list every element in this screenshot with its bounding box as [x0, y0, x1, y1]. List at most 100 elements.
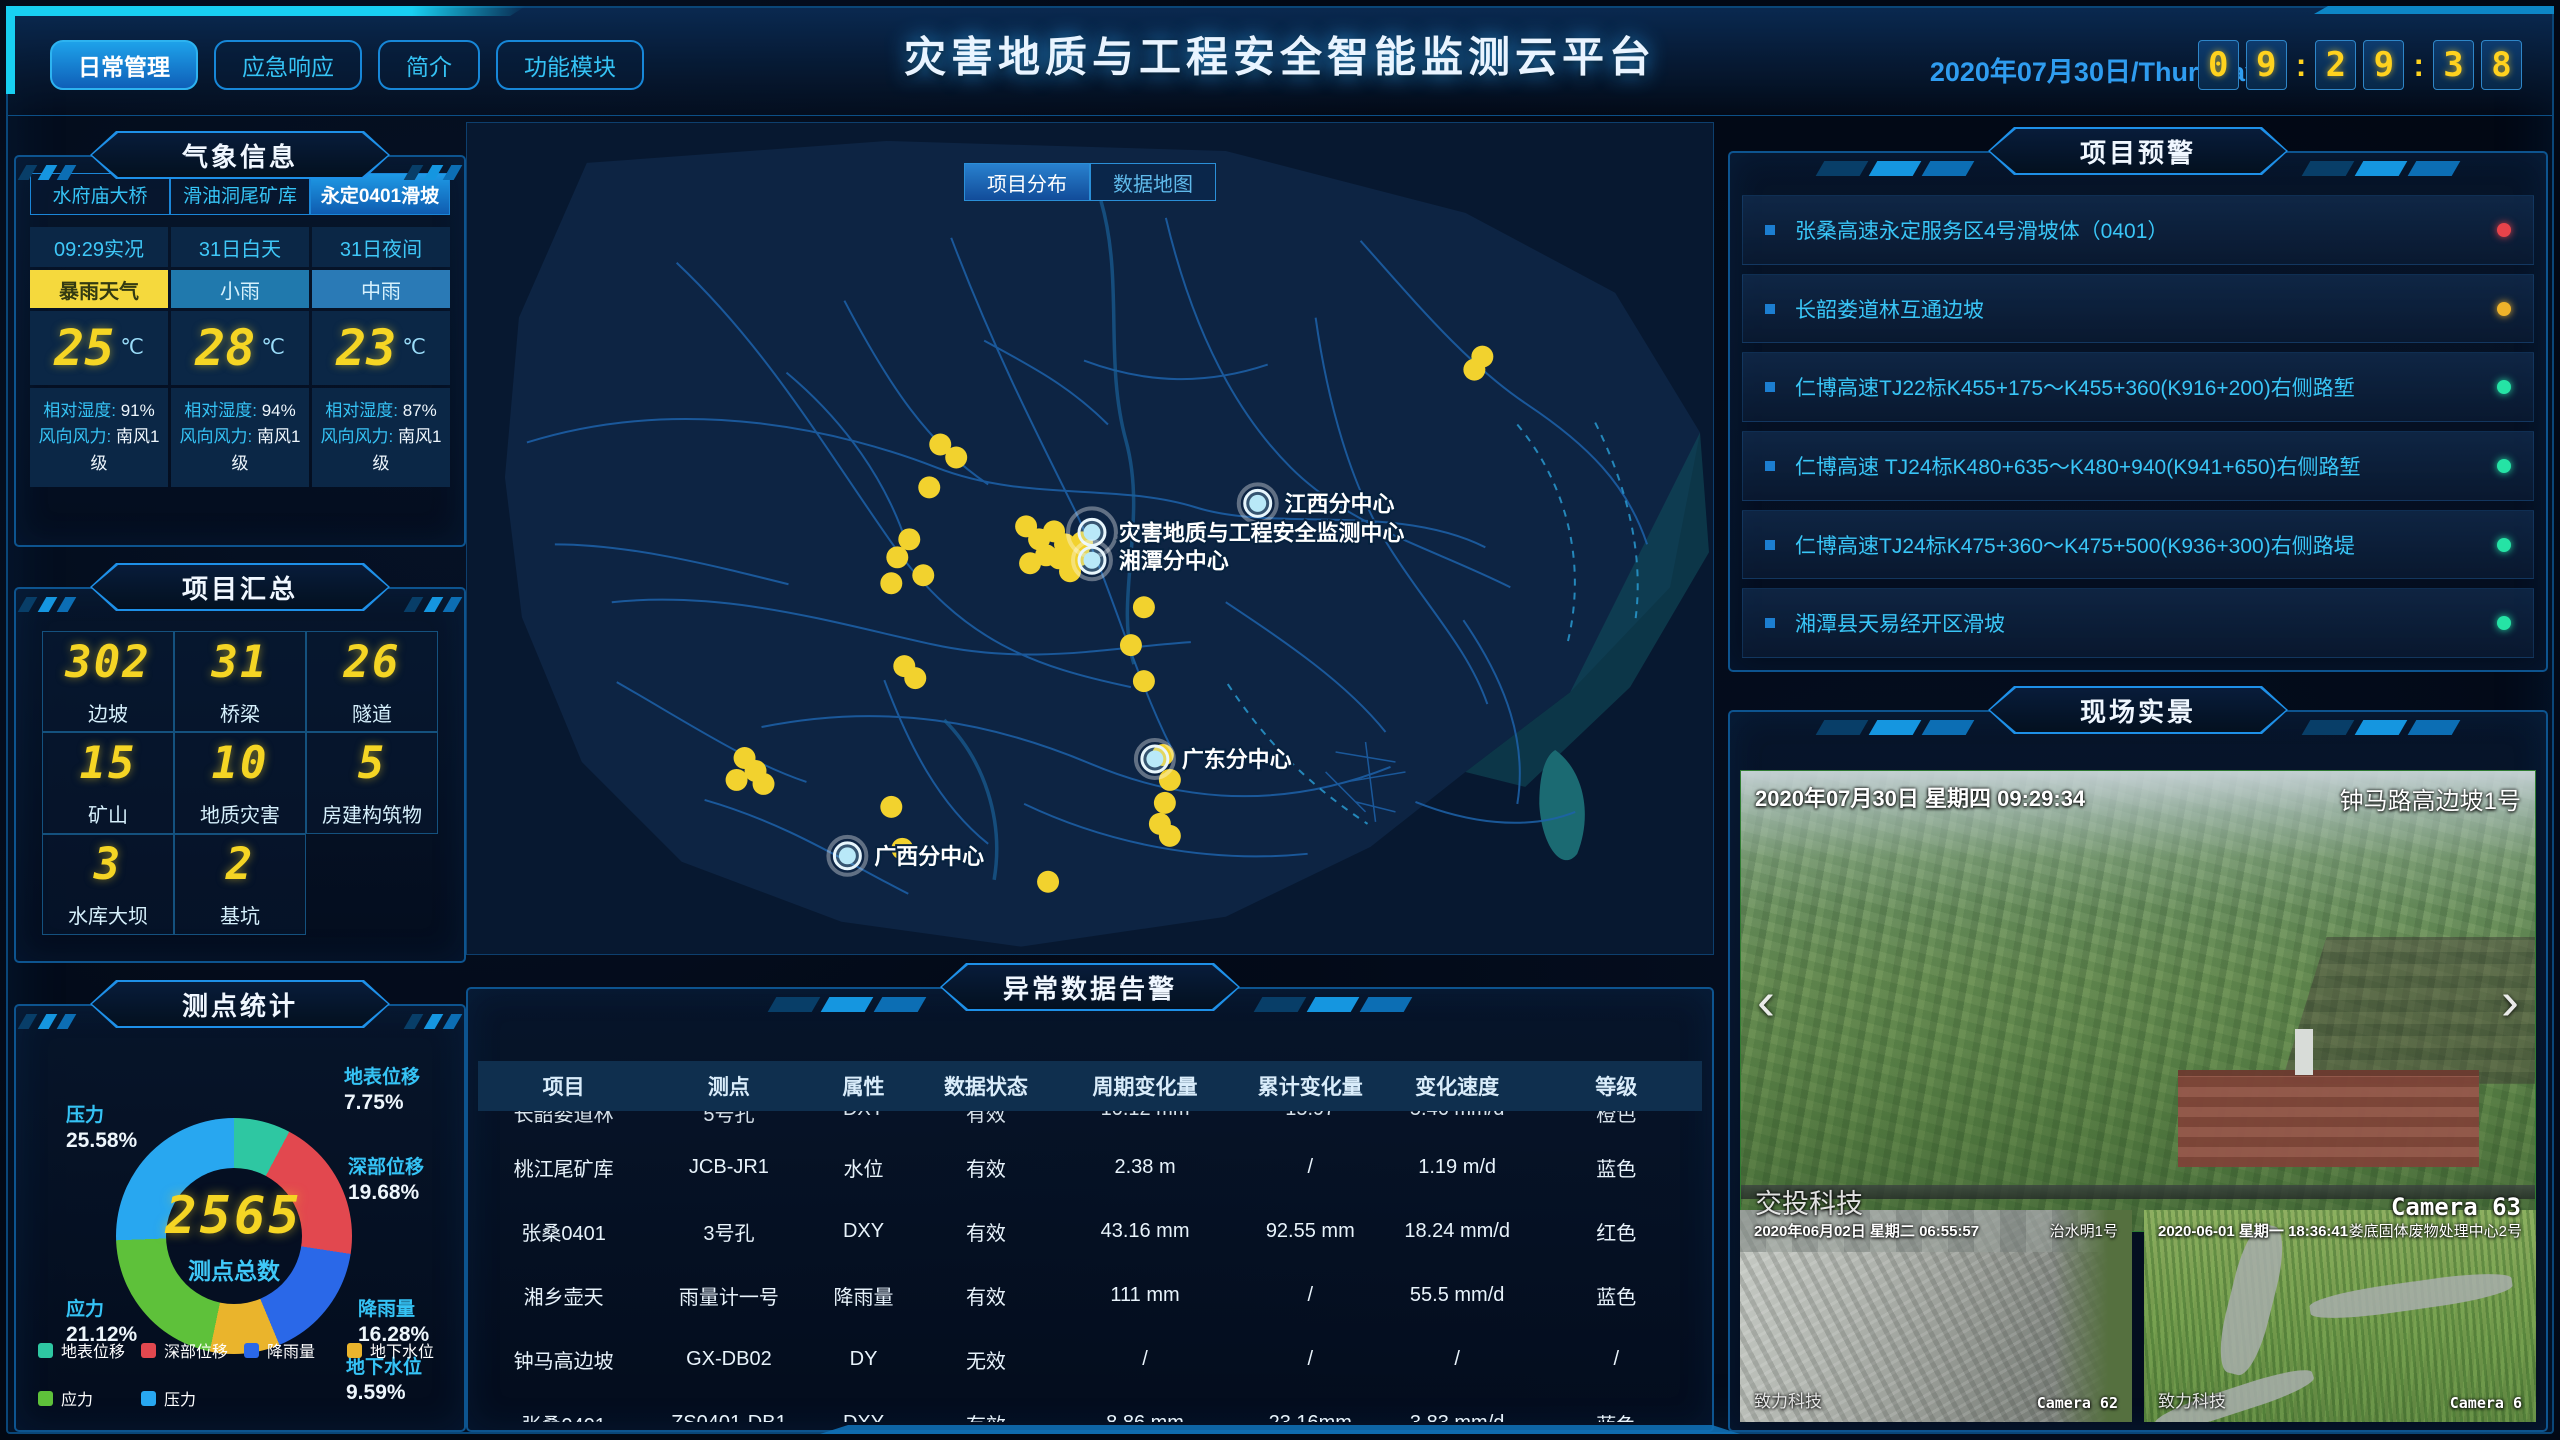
- summary-value: 10: [212, 738, 269, 789]
- alarm-cell: 92.55 mm: [1237, 1220, 1384, 1243]
- donut-label-value: 7.75%: [344, 1090, 420, 1116]
- nav-button-应急响应[interactable]: 应急响应: [214, 40, 362, 90]
- warning-bullet-icon: [1765, 461, 1775, 471]
- weather-time: 31日夜间: [312, 227, 450, 267]
- project-dot[interactable]: [1471, 346, 1493, 368]
- legend-text: 深部位移: [164, 1338, 228, 1362]
- alarm-col-header-周期变化量: 周期变化量: [1053, 1071, 1237, 1101]
- alarm-cell: DXY: [808, 1111, 918, 1121]
- panel-deco-right: [408, 597, 458, 612]
- warning-item[interactable]: 仁博高速TJ24标K475+360～K475+500(K936+300)右侧路堤: [1742, 510, 2534, 580]
- alarm-cell: 无效: [919, 1345, 1054, 1374]
- map-tab-项目分布[interactable]: 项目分布: [964, 163, 1090, 201]
- summary-panel-body: 302边坡31桥梁26隧道15矿山10地质灾害5房建构筑物3水库大坝2基坑: [14, 587, 466, 963]
- alarm-table-row[interactable]: 张桑0401ZS0401-DB1DXY有效8.86 mm23.16mm3.83 …: [478, 1391, 1702, 1422]
- weather-panel-body: 水府庙大桥滑油洞尾矿库永定0401滑坡 09:29实况暴雨天气25℃相对湿度: …: [14, 155, 466, 547]
- humidity-value: 94%: [262, 401, 296, 420]
- warning-item[interactable]: 长韶娄道林互通边坡: [1742, 274, 2534, 344]
- summary-label: 基坑: [220, 900, 260, 929]
- summary-value: 3: [94, 839, 123, 890]
- project-dot[interactable]: [912, 564, 934, 586]
- project-dot[interactable]: [904, 667, 926, 689]
- project-dot[interactable]: [1019, 552, 1041, 574]
- humidity-value: 87%: [403, 401, 437, 420]
- clock-digit: 3: [2433, 40, 2474, 90]
- carousel-next-arrow-icon[interactable]: ›: [2501, 974, 2519, 1028]
- project-dot[interactable]: [1133, 670, 1155, 692]
- alarm-table-row[interactable]: 钟马高边坡GX-DB02DY无效////: [478, 1327, 1702, 1391]
- warning-bullet-icon: [1765, 225, 1775, 235]
- project-dot[interactable]: [945, 446, 967, 468]
- donut-label-value: 19.68%: [348, 1180, 424, 1206]
- project-dot[interactable]: [1048, 547, 1070, 569]
- nav-button-功能模块[interactable]: 功能模块: [496, 40, 644, 90]
- project-dot[interactable]: [1133, 596, 1155, 618]
- camera-main[interactable]: 2020年07月30日 星期四 09:29:34 钟马路高边坡1号 交投科技 C…: [1740, 770, 2536, 1232]
- camera-small-vendor: 致力科技: [1754, 1387, 1822, 1412]
- project-dot[interactable]: [880, 572, 902, 594]
- wind-label: 风向风力:: [39, 427, 116, 446]
- warning-text: 仁博高速TJ22标K455+175～K455+360(K916+200)右侧路堑: [1795, 372, 2497, 402]
- project-dot[interactable]: [886, 546, 908, 568]
- carousel-prev-arrow-icon[interactable]: ‹: [1757, 974, 1775, 1028]
- alarm-table-row[interactable]: 桃江尾矿库JCB-JR1水位有效2.38 m/1.19 m/d蓝色: [478, 1135, 1702, 1199]
- weather-grid: 09:29实况暴雨天气25℃相对湿度: 91%风向风力: 南风1级31日白天小雨…: [30, 227, 450, 487]
- project-dot[interactable]: [726, 769, 748, 791]
- clock-colon: :: [2413, 47, 2424, 84]
- project-dot[interactable]: [1120, 634, 1142, 656]
- map[interactable]: 江西分中心灾害地质与工程安全监测中心湘潭分中心广东分中心广西分中心 项目分布数据…: [466, 122, 1714, 955]
- project-dot[interactable]: [1037, 871, 1059, 893]
- camera-small-2[interactable]: 2020-06-01 星期一 18:36:41娄底固体废物处理中心2号致力科技C…: [2144, 1210, 2536, 1422]
- donut-label-value: 25.58%: [66, 1128, 137, 1154]
- legend-text: 应力: [61, 1386, 93, 1410]
- project-dot[interactable]: [880, 796, 902, 818]
- temperature-unit: ℃: [120, 335, 144, 360]
- camera-main-vendor: 交投科技: [1755, 1182, 1863, 1221]
- donut-label-name: 降雨量: [358, 1298, 429, 1322]
- alarm-table-row[interactable]: 张桑04013号孔DXY有效43.16 mm92.55 mm18.24 mm/d…: [478, 1199, 1702, 1263]
- camera-small-timestamp: 2020年06月02日 星期二 06:55:57: [1754, 1220, 1979, 1241]
- map-canvas[interactable]: 江西分中心灾害地质与工程安全监测中心湘潭分中心广东分中心广西分中心: [467, 123, 1713, 955]
- alarm-cell: 18.24 mm/d: [1384, 1220, 1531, 1243]
- wind-label: 风向风力:: [321, 427, 398, 446]
- camera-small-1[interactable]: 2020年06月02日 星期二 06:55:57治水明1号致力科技Camera …: [1740, 1210, 2132, 1422]
- project-dot[interactable]: [753, 773, 775, 795]
- donut-center: 2565 测点总数: [116, 1118, 352, 1354]
- alarm-col-header-项目: 项目: [478, 1071, 649, 1101]
- warning-level-dot-yellow: [2497, 302, 2511, 316]
- alarm-cell: 3.83 mm/d: [1384, 1412, 1531, 1423]
- humidity-label: 相对湿度:: [325, 401, 402, 420]
- summary-label: 水库大坝: [68, 900, 148, 929]
- warning-text: 湘潭县天易经开区滑坡: [1795, 608, 2497, 638]
- donut-label-地表位移: 地表位移7.75%: [344, 1066, 420, 1116]
- warning-item[interactable]: 张桑高速永定服务区4号滑坡体（0401）: [1742, 195, 2534, 265]
- alarm-cell: 水位: [808, 1153, 918, 1182]
- nav-button-日常管理[interactable]: 日常管理: [50, 40, 198, 90]
- project-dot[interactable]: [1159, 825, 1181, 847]
- project-dot[interactable]: [898, 528, 920, 550]
- warning-text: 仁博高速 TJ24标K480+635～K480+940(K941+650)右侧路…: [1795, 451, 2497, 481]
- humidity-value: 91%: [121, 401, 155, 420]
- project-dot[interactable]: [918, 476, 940, 498]
- alarm-table-row[interactable]: 长韶娄道林5号孔DXY有效10.12 mm15.975.46 mm/d橙色: [478, 1111, 1702, 1135]
- alarms-panel-title: 异常数据告警: [942, 965, 1238, 1009]
- clock-digit: 8: [2481, 40, 2522, 90]
- alarm-table-row[interactable]: 湘乡壶天雨量计一号降雨量有效111 mm/55.5 mm/d蓝色: [478, 1263, 1702, 1327]
- alarm-cell: 5.46 mm/d: [1384, 1111, 1531, 1121]
- warning-item[interactable]: 仁博高速 TJ24标K480+635～K480+940(K941+650)右侧路…: [1742, 431, 2534, 501]
- weather-tab-滑油洞尾矿库[interactable]: 滑油洞尾矿库: [170, 173, 310, 215]
- alarm-cell: DY: [808, 1348, 918, 1371]
- stone-wall: [2281, 937, 2535, 1084]
- warning-item[interactable]: 仁博高速TJ22标K455+175～K455+360(K916+200)右侧路堑: [1742, 352, 2534, 422]
- cameras-panel-title: 现场实景: [1990, 688, 2286, 732]
- nav-button-简介[interactable]: 简介: [378, 40, 480, 90]
- clock-digit: 0: [2198, 40, 2239, 90]
- warning-item[interactable]: 湘潭县天易经开区滑坡: [1742, 588, 2534, 658]
- panel-deco-right: [2306, 720, 2456, 735]
- project-dot[interactable]: [1154, 792, 1176, 814]
- alarm-cell: 长韶娄道林: [478, 1111, 649, 1127]
- map-tab-数据地图[interactable]: 数据地图: [1090, 163, 1216, 201]
- alarms-table-body[interactable]: 长韶娄道林5号孔DXY有效10.12 mm15.975.46 mm/d橙色桃江尾…: [478, 1111, 1702, 1422]
- alarm-cell: 有效: [919, 1217, 1054, 1246]
- summary-cell-地质灾害: 10地质灾害: [174, 732, 306, 833]
